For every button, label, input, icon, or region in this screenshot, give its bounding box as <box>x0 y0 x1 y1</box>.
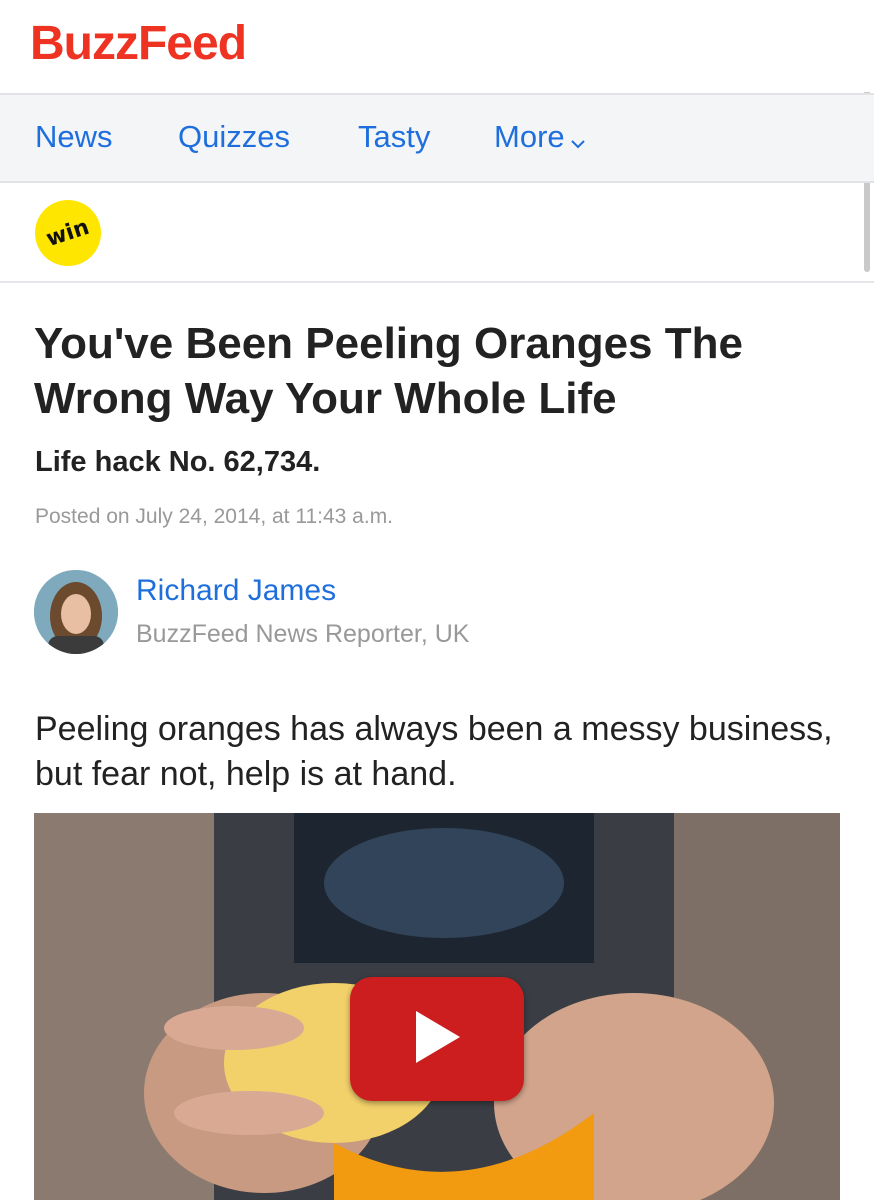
video-play-button[interactable] <box>350 977 524 1101</box>
buzzfeed-logo[interactable]: BuzzFeed <box>30 16 247 71</box>
nav-item-news[interactable]: News <box>35 119 113 155</box>
nav-item-more[interactable]: More <box>494 119 585 157</box>
author-avatar[interactable] <box>34 570 118 654</box>
video-player[interactable] <box>34 813 840 1200</box>
author-role: BuzzFeed News Reporter, UK <box>136 620 470 648</box>
post-timestamp: Posted on July 24, 2014, at 11:43 a.m. <box>35 505 394 528</box>
author-name-link[interactable]: Richard James <box>136 574 336 608</box>
badge-row: win <box>0 181 874 283</box>
win-badge[interactable]: win <box>35 200 101 266</box>
top-bar: BuzzFeed <box>0 0 874 92</box>
nav-more-label: More <box>494 119 565 154</box>
nav-item-tasty[interactable]: Tasty <box>358 119 430 155</box>
main-nav: News Quizzes Tasty More <box>0 93 874 183</box>
article-subtitle: Life hack No. 62,734. <box>35 446 321 478</box>
chevron-down-icon <box>570 121 585 157</box>
article-lede: Peeling oranges has always been a messy … <box>35 710 833 793</box>
article-title: You've Been Peeling Oranges The Wrong Wa… <box>34 319 743 423</box>
win-badge-label: win <box>43 214 93 252</box>
play-icon <box>412 1009 462 1070</box>
nav-item-quizzes[interactable]: Quizzes <box>178 119 290 155</box>
